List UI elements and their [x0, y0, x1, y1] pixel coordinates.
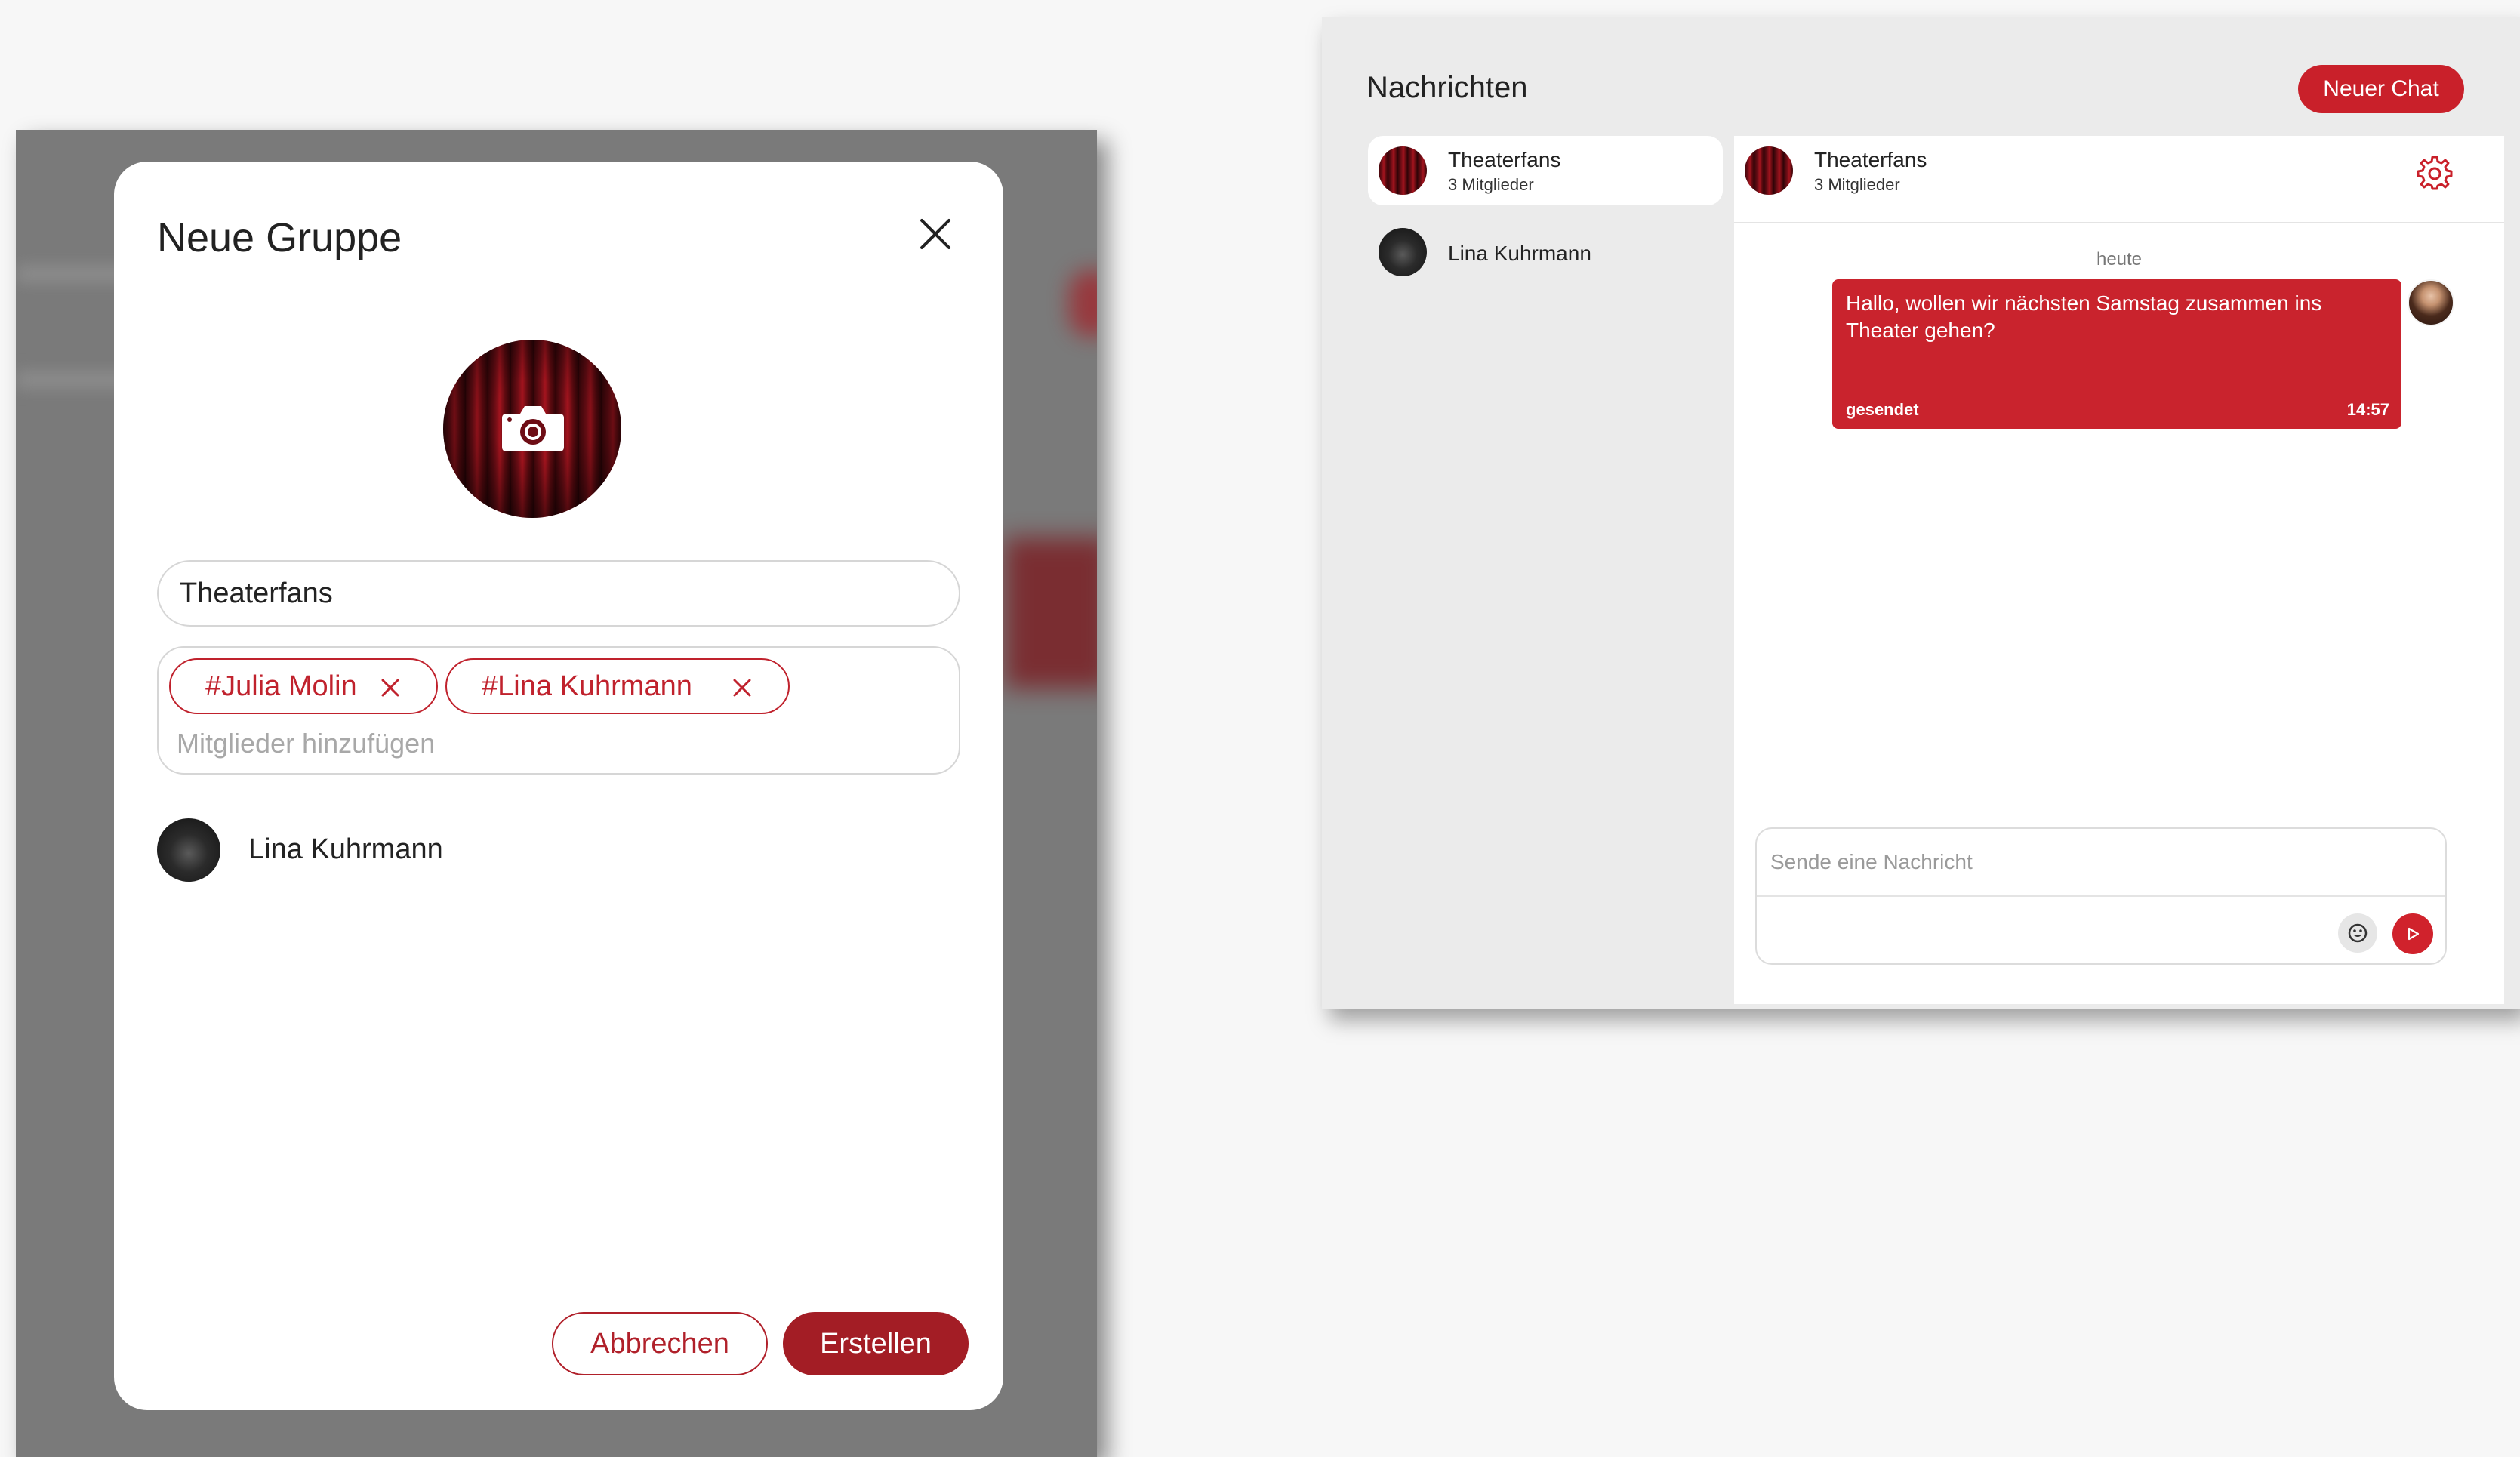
conversation-name: Theaterfans: [1814, 148, 1927, 171]
group-name-input[interactable]: Theaterfans: [157, 560, 960, 627]
close-button[interactable]: [914, 213, 957, 255]
settings-button[interactable]: [2417, 154, 2453, 190]
avatar: [1379, 228, 1427, 276]
member-chip[interactable]: #Lina Kuhrmann: [445, 658, 790, 714]
message-bubble[interactable]: Hallo, wollen wir nächsten Samstag zusam…: [1832, 279, 2401, 429]
avatar[interactable]: [157, 818, 220, 882]
avatar: [1379, 146, 1427, 195]
group-image-picker[interactable]: [443, 340, 621, 518]
group-name-value: Theaterfans: [180, 577, 333, 609]
emoji-icon: [2348, 923, 2368, 943]
new-chat-button[interactable]: Neuer Chat: [2298, 65, 2464, 113]
message-text: Hallo, wollen wir nächsten Samstag zusam…: [1846, 291, 2322, 342]
members-field[interactable]: #Julia Molin #Lina Kuhrmann Mitglieder h…: [157, 646, 960, 775]
send-button[interactable]: [2392, 913, 2433, 954]
avatar: [1745, 146, 1793, 195]
member-chip[interactable]: #Julia Molin: [169, 658, 438, 714]
camera-icon: [502, 406, 564, 451]
conversation-header: Theaterfans 3 Mitglieder: [1734, 136, 2504, 223]
send-icon: [2408, 927, 2420, 941]
remove-icon[interactable]: [380, 678, 400, 698]
blurred-background: [1005, 538, 1097, 688]
chat-subtitle: 3 Mitglieder: [1448, 175, 1534, 194]
emoji-button[interactable]: [2338, 913, 2377, 953]
chat-name: Theaterfans: [1448, 148, 1561, 171]
members-placeholder[interactable]: Mitglieder hinzufügen: [177, 728, 435, 759]
new-group-screen: Neue Gruppe Theaterfans #Julia Molin #Li…: [16, 130, 1097, 1457]
member-chip-label: #Julia Molin: [205, 670, 357, 702]
member-chip-label: #Lina Kuhrmann: [482, 670, 692, 702]
chat-list-item[interactable]: Theaterfans 3 Mitglieder: [1368, 136, 1723, 205]
chat-screen: Nachrichten Neuer Chat Theaterfans 3 Mit…: [1322, 17, 2520, 1009]
close-icon: [920, 219, 950, 249]
message-input[interactable]: Sende eine Nachricht: [1757, 829, 2445, 897]
settings-icon: [2417, 156, 2453, 190]
avatar: [2408, 279, 2454, 326]
message-time: 14:57: [2346, 400, 2389, 419]
create-button[interactable]: Erstellen: [783, 1312, 969, 1375]
chat-list-item[interactable]: Lina Kuhrmann: [1368, 220, 1723, 290]
new-group-modal: Neue Gruppe Theaterfans #Julia Molin #Li…: [114, 162, 1003, 1410]
blurred-background: [1069, 270, 1097, 337]
conversation-subtitle: 3 Mitglieder: [1814, 175, 1900, 194]
screenshot-stage: Neue Gruppe Theaterfans #Julia Molin #Li…: [0, 0, 2520, 1457]
message-status: gesendet: [1846, 400, 1919, 419]
message-composer: Sende eine Nachricht: [1755, 827, 2447, 965]
day-separator: heute: [2096, 249, 2143, 270]
page-title: Nachrichten: [1366, 71, 1528, 104]
modal-title: Neue Gruppe: [157, 215, 402, 260]
conversation-panel: Theaterfans 3 Mitglieder heute Hallo, wo…: [1734, 136, 2504, 1004]
member-suggestion[interactable]: Lina Kuhrmann: [248, 833, 443, 866]
remove-icon[interactable]: [732, 678, 752, 698]
cancel-button[interactable]: Abbrechen: [552, 1312, 768, 1375]
chat-name: Lina Kuhrmann: [1448, 242, 1591, 265]
